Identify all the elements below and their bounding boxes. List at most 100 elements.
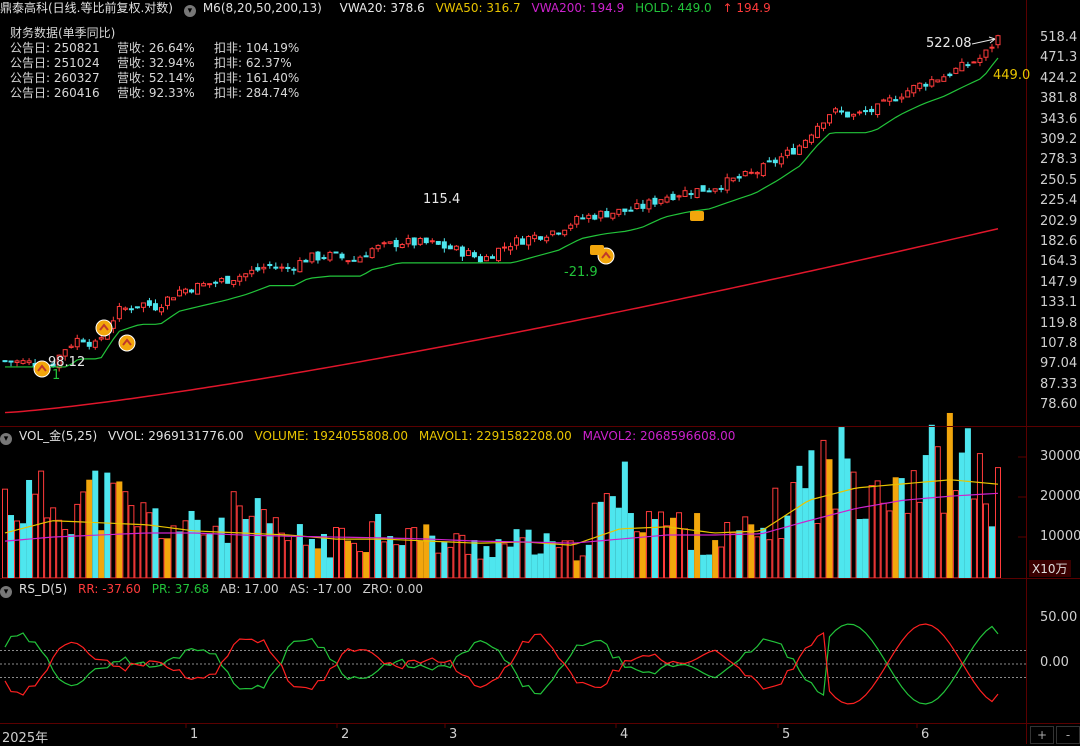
volume-bar [609, 496, 616, 579]
candle-body [977, 57, 983, 63]
volume-bar [700, 554, 707, 579]
candle-body [243, 273, 249, 278]
zoom-out-button[interactable]: - [1056, 726, 1080, 744]
volume-bar [8, 515, 15, 579]
candle-body [857, 111, 863, 114]
candle-body [74, 337, 80, 348]
volume-bar [74, 503, 81, 579]
volume-tick-label: 30000 [1040, 449, 1080, 464]
volume-bar [868, 485, 875, 579]
volume-bar [188, 510, 195, 579]
volume-bar [411, 527, 418, 579]
volume-bar [886, 510, 893, 579]
volume-bar [272, 517, 279, 579]
candle-body [26, 360, 32, 364]
volume-bar [242, 519, 249, 579]
neg-change-label: -21.9 [564, 265, 598, 280]
candle-body [826, 114, 832, 124]
volume-bar [832, 508, 839, 579]
volume-bar [134, 526, 141, 579]
volume-bar [417, 540, 424, 579]
candle-body [917, 82, 923, 89]
volume-bar [892, 477, 899, 579]
volume-bar [465, 553, 472, 579]
candle-body [177, 289, 183, 297]
candle-body [363, 255, 369, 258]
volume-settings-icon[interactable]: ▾ [0, 433, 12, 445]
price-tick-label: 78.60 [1040, 397, 1078, 413]
candle-body [417, 237, 423, 245]
candle-body [477, 256, 483, 263]
vol-label[interactable]: VOL_金(5,25) [19, 429, 97, 443]
time-tick-label: 6 [921, 727, 930, 742]
candle-body [128, 308, 134, 311]
zoom-in-button[interactable]: + [1030, 726, 1054, 744]
candle-body [935, 79, 941, 83]
volume-bar [375, 513, 382, 579]
volume-bar [296, 524, 303, 579]
candle-body [381, 242, 387, 245]
volume-bar [477, 558, 484, 579]
candle-body [911, 84, 917, 94]
volume-bar [393, 544, 400, 579]
rs-label[interactable]: RS_D(5) [19, 582, 67, 596]
volume-bar [254, 498, 261, 579]
zro-label: ZRO: 0.00 [362, 582, 424, 596]
candle-body [604, 211, 610, 218]
volume-bar [585, 544, 592, 579]
candle-body [839, 110, 845, 113]
candle-body [315, 251, 321, 261]
volume-bar [44, 517, 51, 579]
volume-bar [519, 537, 526, 579]
candle-body [387, 241, 393, 244]
volume-bar [808, 450, 815, 579]
chart-canvas[interactable] [0, 0, 1080, 744]
candle-body [375, 244, 381, 250]
price-tick-label: 424.2 [1040, 70, 1078, 86]
candle-body [441, 241, 447, 249]
candle-body [279, 266, 285, 269]
time-tick-label: 2 [341, 727, 350, 742]
volume-header: ▾ VOL_金(5,25) VVOL: 2969131776.00 VOLUME:… [0, 428, 742, 445]
volume-bar [615, 507, 622, 579]
candle-body [92, 340, 98, 348]
candle-body [724, 177, 730, 191]
candle-body [820, 122, 826, 129]
candle-body [941, 76, 947, 82]
rs-settings-icon[interactable]: ▾ [0, 586, 12, 598]
candle-body [183, 288, 189, 294]
price-tick-label: 250.5 [1040, 172, 1078, 188]
candle-body [766, 160, 772, 163]
candle-body [905, 90, 911, 98]
rr-label: RR: -37.60 [78, 582, 141, 596]
candle-body [959, 61, 965, 72]
volume-bar [694, 513, 701, 579]
candle-body [833, 108, 839, 113]
candle-body [249, 269, 255, 275]
volume-bar [784, 515, 791, 579]
candle-body [399, 244, 405, 249]
volume-bar [970, 498, 977, 579]
volume-bar [236, 505, 243, 579]
volume-bar [976, 453, 983, 579]
volume-bar [98, 530, 105, 579]
volume-bar [706, 554, 713, 579]
price-tick-label: 471.3 [1040, 50, 1078, 66]
volume-bar [284, 540, 291, 579]
candle-body [538, 236, 544, 240]
ma200-line [4, 228, 999, 414]
volume-bar [934, 446, 941, 579]
candle-body [875, 103, 881, 116]
volume-bar [742, 516, 749, 579]
volume-bar [176, 531, 183, 579]
candle-body [471, 252, 477, 258]
volume-bar [651, 519, 658, 579]
candle-body [688, 193, 694, 196]
volume-bar [266, 523, 273, 579]
candle-body [652, 197, 658, 205]
volume-bar [772, 487, 779, 579]
candle-body [796, 145, 802, 155]
volume-unit-label: X10万 [1029, 560, 1071, 577]
candle-body [140, 302, 146, 308]
volume-bar [206, 533, 213, 579]
